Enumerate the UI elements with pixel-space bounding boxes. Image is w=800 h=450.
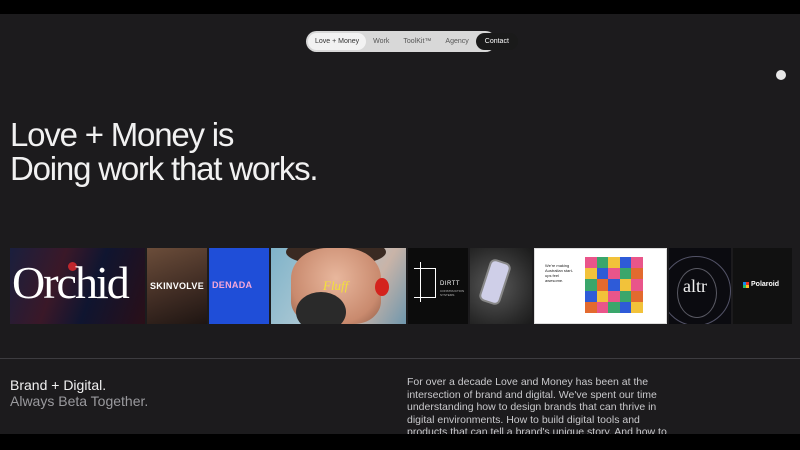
main-nav: Love + Money Work ToolKit™ Agency Contac… — [306, 31, 518, 52]
phone-mockup-icon — [480, 260, 510, 304]
project-tile-dirtt[interactable]: DIRTT CONSTRUCTION SYSTEMS — [408, 248, 468, 324]
website-headline: We're making Australian start-ups feel a… — [545, 263, 574, 283]
dirtt-logo-line-icon — [420, 262, 430, 302]
nav-item-agency[interactable]: Agency — [438, 33, 475, 50]
denada-wordmark: DENADA — [212, 280, 253, 290]
orchid-wordmark: Orchid — [12, 257, 130, 308]
hero-heading: Love + Money is Doing work that works. — [10, 116, 319, 187]
hero-line-1: Love + Money is — [10, 116, 234, 153]
color-grid — [585, 257, 643, 313]
skinvolve-wordmark: SKINVOLVE — [150, 281, 205, 291]
about-paragraph: For over a decade Love and Money has bee… — [407, 376, 667, 434]
project-tile-altr[interactable]: altr — [669, 248, 731, 324]
page: Love + Money Work ToolKit™ Agency Contac… — [0, 14, 800, 434]
project-tile-denada[interactable]: DENADA — [209, 248, 269, 324]
polaroid-logo-icon — [743, 282, 749, 288]
contact-button[interactable]: Contact — [475, 33, 518, 50]
brand-line-1: Brand + Digital. — [10, 377, 107, 393]
dirtt-wordmark: DIRTT — [440, 281, 461, 287]
portrait-red-accent — [375, 278, 389, 296]
hero-line-2: Doing work that works. — [10, 150, 319, 187]
project-tile-orchid[interactable]: Orchid — [10, 248, 145, 324]
project-tile-fluff[interactable]: Fluff — [271, 248, 406, 324]
portrait-cup — [296, 292, 346, 324]
project-tile-skinvolve[interactable]: SKINVOLVE — [147, 248, 207, 324]
project-tile-website[interactable]: We're making Australian start-ups feel a… — [534, 248, 667, 324]
letterbox-top — [0, 0, 800, 14]
cursor-dot-icon — [776, 70, 786, 80]
altr-wordmark: altr — [683, 276, 707, 296]
project-tile-polaroid[interactable]: Polaroid — [733, 248, 792, 324]
section-divider — [0, 358, 800, 359]
brand-line-2: Always Beta Together. — [10, 393, 149, 409]
brand-tagline: Brand + Digital. Always Beta Together. — [10, 377, 148, 409]
project-tile-phone[interactable] — [470, 248, 532, 324]
project-strip: Orchid SKINVOLVE DENADA Fluff DIRTT CONS… — [0, 248, 800, 324]
nav-item-work[interactable]: Work — [366, 33, 396, 50]
letterbox-bottom — [0, 434, 800, 450]
dirtt-subtitle: CONSTRUCTION SYSTEMS — [440, 289, 465, 297]
fluff-wordmark: Fluff — [323, 278, 349, 293]
nav-item-toolkit[interactable]: ToolKit™ — [396, 33, 438, 50]
polaroid-wordmark: Polaroid — [751, 281, 780, 288]
nav-item-love-money[interactable]: Love + Money — [308, 33, 367, 50]
